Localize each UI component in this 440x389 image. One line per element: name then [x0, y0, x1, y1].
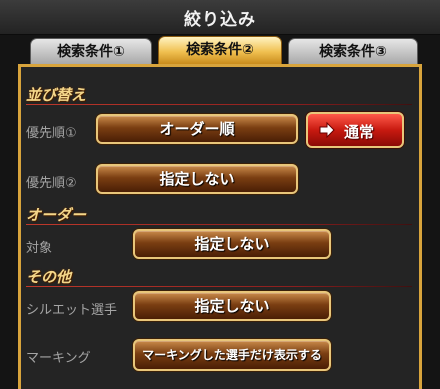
section-divider	[26, 286, 412, 287]
dialog-title: 絞り込み	[184, 10, 256, 30]
target-select-button[interactable]: 指定しない	[133, 229, 331, 259]
priority2-label: 優先順②	[26, 176, 77, 191]
section-divider	[26, 104, 412, 105]
priority2-select-button[interactable]: 指定しない	[96, 164, 298, 194]
tab-search-condition-3[interactable]: 検索条件③	[288, 38, 418, 64]
right-arrow-icon	[318, 121, 336, 139]
priority1-select-button[interactable]: オーダー順	[96, 114, 298, 144]
order-toggle-button[interactable]: 通常	[306, 112, 404, 148]
marking-label: マーキング	[26, 351, 91, 366]
section-divider	[26, 224, 412, 225]
section-heading-other: その他	[26, 268, 72, 286]
target-label: 対象	[26, 241, 53, 256]
tab-search-condition-2[interactable]: 検索条件②	[158, 36, 282, 64]
section-heading-sort: 並び替え	[26, 86, 87, 104]
priority1-label: 優先順①	[26, 126, 77, 141]
silhouette-select-button[interactable]: 指定しない	[133, 291, 331, 321]
silhouette-label: シルエット選手	[26, 303, 118, 318]
order-toggle-label: 通常	[344, 123, 375, 141]
tab-search-condition-1[interactable]: 検索条件①	[30, 38, 152, 64]
section-heading-order: オーダー	[26, 206, 87, 224]
marking-filter-button[interactable]: マーキングした選手だけ表示する	[133, 339, 331, 371]
